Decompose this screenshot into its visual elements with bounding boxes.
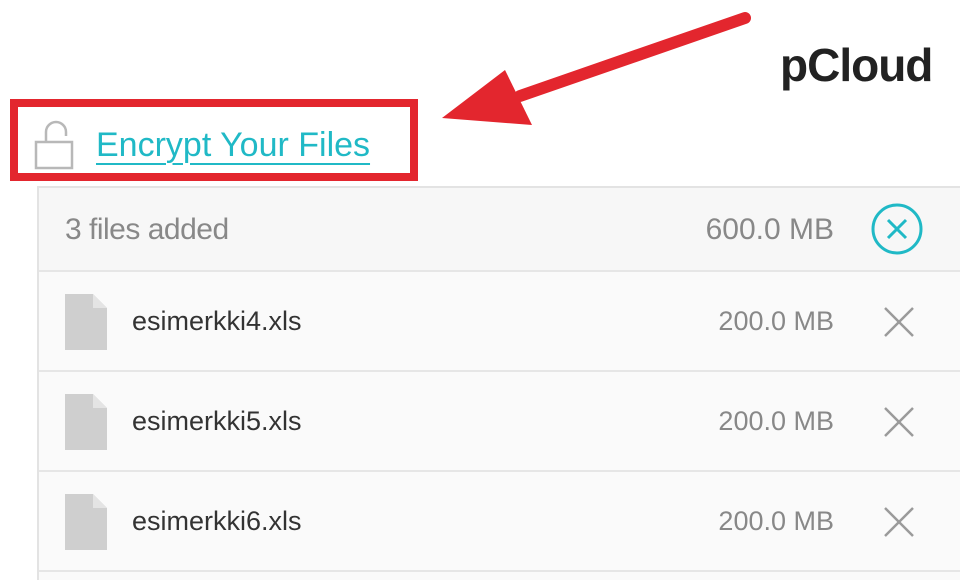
- close-icon[interactable]: [882, 505, 916, 539]
- file-size: 200.0 MB: [718, 306, 834, 336]
- file-name: esimerkki4.xls: [132, 306, 302, 336]
- close-circle-icon[interactable]: [870, 202, 924, 256]
- unlocked-padlock-icon: [34, 120, 74, 170]
- file-icon: [65, 394, 107, 450]
- encrypt-files-link[interactable]: Encrypt Your Files: [96, 126, 370, 165]
- close-icon[interactable]: [882, 405, 916, 439]
- file-icon: [65, 494, 107, 550]
- file-size: 200.0 MB: [718, 406, 834, 436]
- file-row: esimerkki6.xls 200.0 MB: [39, 472, 960, 572]
- file-row: esimerkki4.xls 200.0 MB: [39, 272, 960, 372]
- file-name: esimerkki6.xls: [132, 506, 302, 536]
- upload-file-list: 3 files added 600.0 MB esimerkki4.xls 20…: [37, 186, 960, 580]
- file-row: esimerkki5.xls 200.0 MB: [39, 372, 960, 472]
- file-name: esimerkki5.xls: [132, 406, 302, 436]
- total-size: 600.0 MB: [705, 213, 834, 246]
- close-icon[interactable]: [882, 305, 916, 339]
- encrypt-files-row[interactable]: Encrypt Your Files: [34, 118, 370, 172]
- file-icon: [65, 294, 107, 350]
- file-size: 200.0 MB: [718, 506, 834, 536]
- files-count: 3 files added: [65, 213, 229, 246]
- files-summary-row: 3 files added 600.0 MB: [39, 188, 960, 272]
